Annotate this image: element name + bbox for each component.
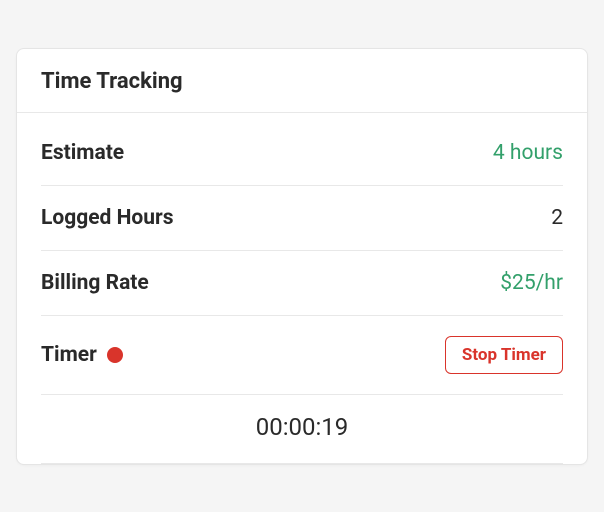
estimate-value: 4 hours xyxy=(493,141,563,165)
card-body: Estimate 4 hours Logged Hours 2 Billing … xyxy=(17,113,587,464)
billing-rate-row: Billing Rate $25/hr xyxy=(41,251,563,316)
timer-display: 00:00:19 xyxy=(41,395,563,464)
logged-hours-label: Logged Hours xyxy=(41,206,174,230)
logged-hours-row: Logged Hours 2 xyxy=(41,186,563,251)
time-tracking-card: Time Tracking Estimate 4 hours Logged Ho… xyxy=(16,48,588,465)
timer-label-wrap: Timer xyxy=(41,343,123,367)
logged-hours-value: 2 xyxy=(551,206,563,230)
billing-rate-label: Billing Rate xyxy=(41,271,149,295)
recording-dot-icon xyxy=(107,347,123,363)
timer-label: Timer xyxy=(41,343,97,367)
estimate-row: Estimate 4 hours xyxy=(41,121,563,186)
estimate-label: Estimate xyxy=(41,141,124,165)
card-title: Time Tracking xyxy=(41,69,563,94)
billing-rate-value: $25/hr xyxy=(500,271,563,295)
stop-timer-button[interactable]: Stop Timer xyxy=(445,336,563,374)
timer-row: Timer Stop Timer xyxy=(41,316,563,395)
card-header: Time Tracking xyxy=(17,49,587,113)
